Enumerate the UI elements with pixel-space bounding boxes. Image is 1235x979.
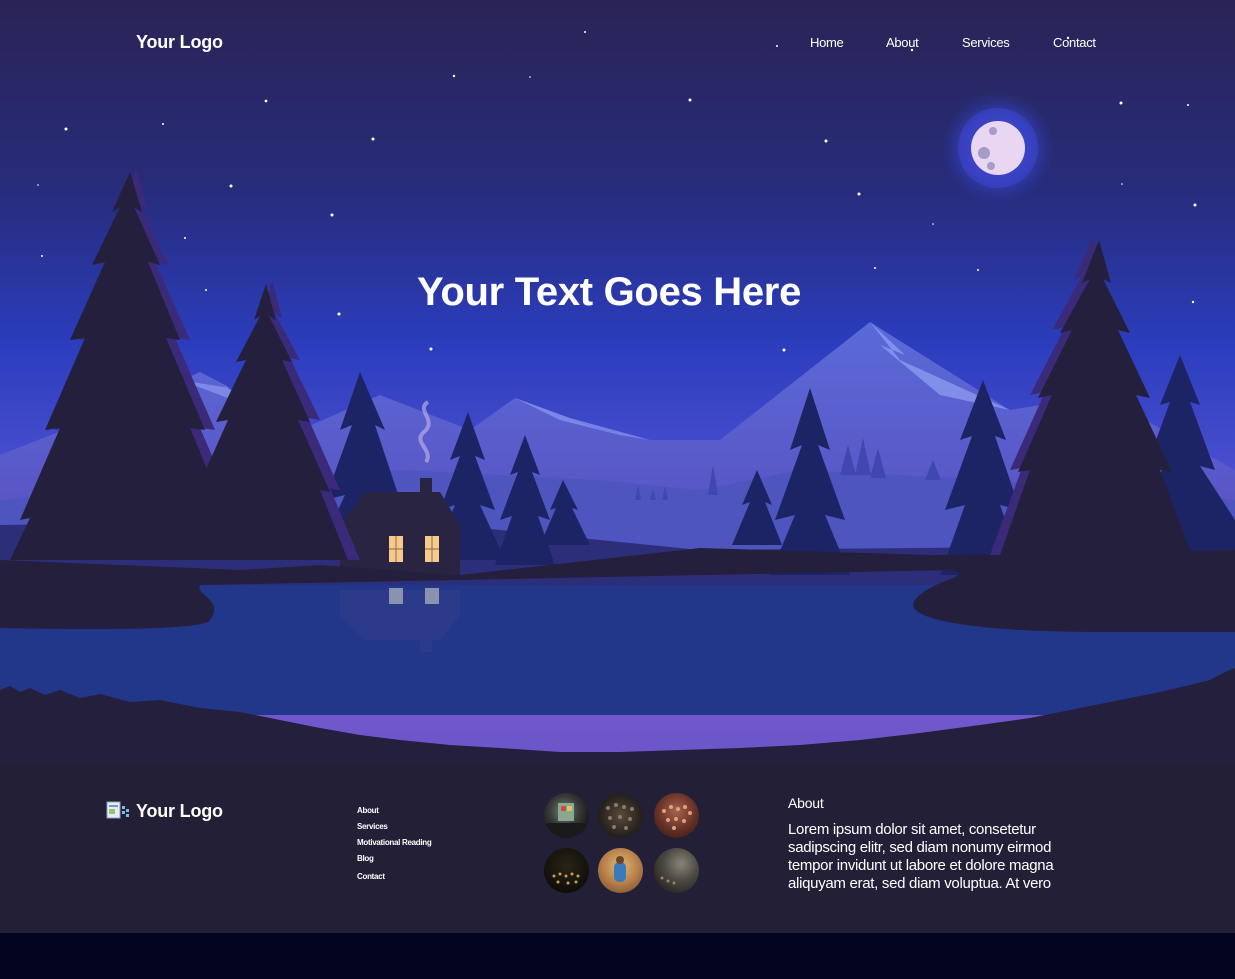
gallery-thumbnail[interactable] — [598, 793, 643, 838]
footer-link-about[interactable]: About — [357, 806, 431, 822]
footer-logo[interactable]: Your Logo — [106, 800, 223, 822]
footer-about-title: About — [788, 795, 824, 811]
footer-link-contact[interactable]: Contact — [357, 872, 431, 888]
nav-contact-link[interactable]: Contact — [1053, 35, 1096, 50]
gallery-thumbnail[interactable] — [654, 793, 699, 838]
footer-logo-text: Your Logo — [136, 800, 223, 821]
footer-link-services[interactable]: Services — [357, 822, 431, 838]
moon — [971, 121, 1025, 175]
footer-link-motivational-reading[interactable]: Motivational Reading — [357, 838, 432, 854]
nav-home-link[interactable]: Home — [810, 35, 844, 50]
gallery-thumbnail[interactable] — [654, 848, 699, 893]
footer-about-text: Lorem ipsum dolor sit amet, consetetur s… — [788, 821, 1054, 892]
footer-links: About Services Motivational Reading Blog… — [357, 806, 432, 888]
night-landscape-illustration — [0, 0, 1235, 765]
bottom-strip — [0, 933, 1235, 979]
gallery-thumbnail[interactable] — [544, 848, 589, 893]
photo-gallery — [544, 793, 704, 897]
hero-section: Your Logo Home About Services Contact Yo… — [0, 0, 1235, 765]
nav-about-link[interactable]: About — [886, 35, 919, 50]
footer: Your Logo About Services Motivational Re… — [0, 765, 1235, 933]
header-logo[interactable]: Your Logo — [136, 32, 223, 53]
footer-link-blog[interactable]: Blog — [357, 854, 431, 870]
gallery-thumbnail[interactable] — [544, 793, 589, 838]
gallery-thumbnail[interactable] — [598, 848, 643, 893]
logo-icon — [106, 801, 129, 819]
hero-title: Your Text Goes Here — [416, 270, 802, 314]
nav-services-link[interactable]: Services — [962, 35, 1010, 50]
